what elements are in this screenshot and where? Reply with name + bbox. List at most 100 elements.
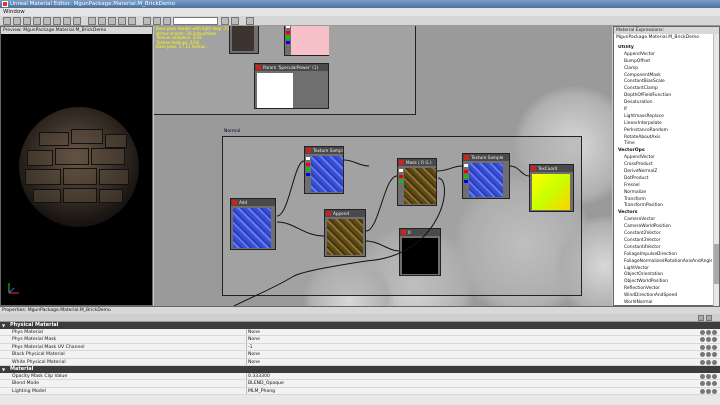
property-label: Black Physical Material [12,352,65,358]
material-graph-canvas[interactable]: Normal Base pass shader with light map: … [154,26,612,306]
expression-item[interactable]: Fresnel [616,183,712,190]
expression-item[interactable]: FoliageNormalizedRotationAxisAndAngle [616,259,712,266]
property-buttons [699,388,717,394]
expand-icon[interactable] [706,315,712,321]
expressions-scrollbar[interactable] [713,34,719,306]
mesh-icon[interactable] [73,17,81,25]
expression-category[interactable]: Utility [616,45,712,52]
expression-item[interactable]: LinearInterpolate [616,121,712,128]
lock-icon[interactable] [698,315,704,321]
expression-item[interactable]: DotProduct [616,176,712,183]
property-row[interactable]: Phys Material None [0,329,720,337]
preview-title: Preview: MgunPackage.Material.M_BrickDem… [1,27,152,34]
expression-item[interactable]: Constant3Vector [616,238,712,245]
use-selected-icon[interactable] [700,352,705,358]
realtime-icon[interactable] [88,17,96,25]
browse-icon[interactable] [706,344,711,350]
clear-icon[interactable] [712,373,717,379]
search-icon[interactable] [163,17,171,25]
property-row[interactable]: Black Physical Material None [0,351,720,359]
expression-item[interactable]: LightmassReplace [616,114,712,121]
property-value[interactable]: None [248,359,260,366]
use-selected-icon[interactable] [700,359,705,365]
browse-icon[interactable] [706,352,711,358]
cube-icon[interactable] [33,17,41,25]
search-prev-icon[interactable] [221,17,229,25]
search-next-icon[interactable] [231,17,239,25]
material-editor-window: Unreal Material Editor: MgunPackage.Mate… [0,0,720,405]
property-category[interactable]: Material [0,365,720,373]
use-selected-icon[interactable] [700,373,705,379]
plane-icon[interactable] [53,17,61,25]
property-value[interactable]: 0.333300 [248,373,270,380]
clear-icon[interactable] [712,337,717,343]
column-divider [246,387,247,395]
property-value[interactable]: MLM_Phong [248,388,275,395]
apply-icon[interactable] [13,17,21,25]
toggle-icon[interactable] [108,17,116,25]
expression-item[interactable]: CameraWorldPosition [616,224,712,231]
expression-item[interactable]: FoliageImpulseDirection [616,252,712,259]
browse-icon[interactable] [706,373,711,379]
property-value[interactable]: None [248,329,260,336]
grid-icon[interactable] [23,17,31,25]
stats-icon[interactable] [98,17,106,25]
property-row[interactable]: Lighting Model MLM_Phong [0,387,720,396]
sphere-icon[interactable] [43,17,51,25]
preview-node-icon[interactable] [153,17,161,25]
scrollbar-thumb[interactable] [714,244,719,284]
expression-item[interactable]: AppendVector [616,52,712,59]
preview-viewport[interactable]: Preview: MgunPackage.Material.M_BrickDem… [0,26,153,306]
property-row[interactable]: Opacity Mask Clip Value 0.333300 [0,372,720,381]
search-input[interactable] [173,17,218,25]
clear-icon[interactable] [712,344,717,350]
clear-icon[interactable] [712,330,717,335]
browse-icon[interactable] [706,381,711,387]
expression-item[interactable]: If [616,107,712,114]
property-row[interactable]: Phys Material Mask None [0,336,720,344]
property-value[interactable]: BLEND_Opaque [248,380,284,387]
menu-window[interactable]: Window [3,9,25,15]
column-divider [246,351,247,358]
expression-item[interactable]: Clamp [616,66,712,73]
help-icon[interactable] [246,17,254,25]
expression-item[interactable]: Desaturation [616,100,712,107]
property-value[interactable]: None [248,336,260,343]
property-value[interactable]: -1 [248,344,253,351]
expression-item[interactable]: DeriveNormalZ [616,169,712,176]
clear-icon[interactable] [712,388,717,394]
expression-item[interactable]: WindDirectionAndSpeed [616,293,712,300]
property-row[interactable]: White Physical Material None [0,358,720,366]
property-category[interactable]: Physical Material [0,322,720,329]
property-row[interactable]: Phys Material Mask UV Channel -1 [0,343,720,352]
use-selected-icon[interactable] [700,330,705,335]
expression-item[interactable]: BumpOffset [616,59,712,66]
expression-item[interactable]: WorldNormal [616,300,712,305]
expression-item[interactable]: PerInstanceRandom [616,128,712,135]
curves-icon[interactable] [118,17,126,25]
use-selected-icon[interactable] [700,388,705,394]
expression-item[interactable]: Normalize [616,190,712,197]
home-icon[interactable] [3,17,11,25]
use-selected-icon[interactable] [700,381,705,387]
property-row[interactable]: Blend Mode BLEND_Opaque [0,380,720,388]
use-selected-icon[interactable] [700,344,705,350]
property-value[interactable]: None [248,351,260,358]
browse-icon[interactable] [706,337,711,343]
clear-icon[interactable] [712,381,717,387]
use-selected-icon[interactable] [700,337,705,343]
expression-item[interactable]: Constant4Vector [616,245,712,252]
clear-icon[interactable] [712,359,717,365]
cylinder-icon[interactable] [63,17,71,25]
expression-item[interactable]: Constant2Vector [616,231,712,238]
browse-icon[interactable] [706,388,711,394]
title-bar[interactable]: Unreal Material Editor: MgunPackage.Mate… [0,0,720,8]
browse-icon[interactable] [706,330,711,335]
expressions-list[interactable]: Utility AppendVector BumpOffset Clamp Compon… [616,45,712,305]
browse-icon[interactable] [706,359,711,365]
expression-item[interactable]: CrossProduct [616,162,712,169]
background-icon[interactable] [128,17,136,25]
property-buttons [699,352,717,358]
clean-icon[interactable] [143,17,151,25]
clear-icon[interactable] [712,352,717,358]
